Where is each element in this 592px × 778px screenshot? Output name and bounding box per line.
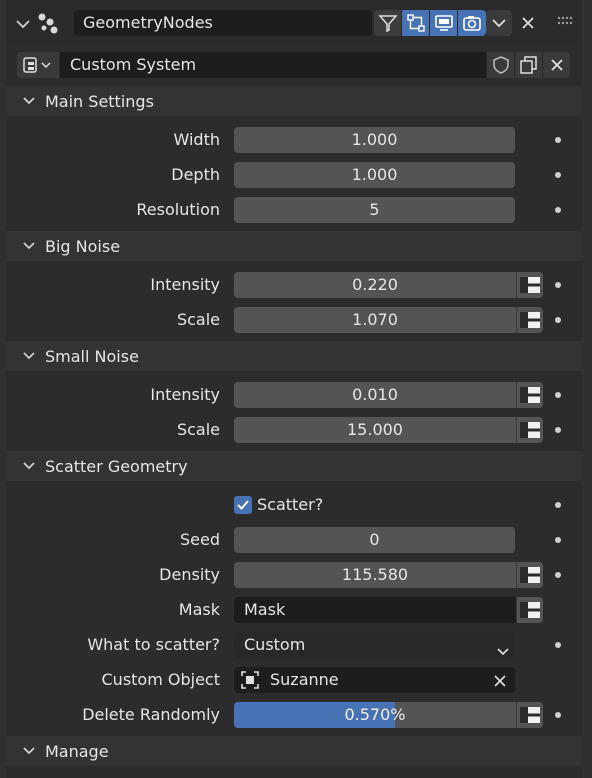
duplicate-icon[interactable] xyxy=(514,52,542,78)
keyframe-dot-icon[interactable] xyxy=(555,712,561,718)
seed-field[interactable]: 0 xyxy=(234,527,515,553)
attribute-toggle-icon[interactable] xyxy=(516,562,543,588)
scatter-checkbox-label[interactable]: Scatter? xyxy=(257,492,323,518)
node-group-name-input[interactable]: Custom System xyxy=(60,52,486,78)
keyframe-dot-icon[interactable] xyxy=(555,392,561,398)
depth-label: Depth xyxy=(171,165,220,184)
mask-label: Mask xyxy=(178,600,220,619)
keyframe-dot-icon[interactable] xyxy=(555,427,561,433)
keyframe-dot-icon[interactable] xyxy=(555,537,561,543)
what-to-scatter-label: What to scatter? xyxy=(87,635,220,654)
keyframe-dot-icon[interactable] xyxy=(555,572,561,578)
collapse-chevron-icon[interactable] xyxy=(14,15,32,33)
density-field[interactable]: 115.580 xyxy=(234,562,516,588)
keyframe-dot-icon[interactable] xyxy=(555,207,561,213)
edit-mode-icon[interactable] xyxy=(402,10,430,36)
keyframe-dot-icon[interactable] xyxy=(555,317,561,323)
attribute-toggle-icon[interactable] xyxy=(516,417,543,443)
fake-user-shield-icon[interactable] xyxy=(486,52,514,78)
chevron-down-icon xyxy=(21,743,37,759)
attribute-toggle-icon[interactable] xyxy=(516,307,543,333)
section-main-settings[interactable]: Main Settings xyxy=(6,86,582,116)
width-label: Width xyxy=(173,130,220,149)
keyframe-dot-icon[interactable] xyxy=(555,642,561,648)
custom-object-field[interactable]: Suzanne xyxy=(234,667,515,693)
section-title: Manage xyxy=(45,741,109,761)
chevron-down-icon xyxy=(21,93,37,109)
section-title: Small Noise xyxy=(45,346,139,366)
depth-field[interactable]: 1.000 xyxy=(234,162,515,188)
close-icon[interactable] xyxy=(518,12,538,34)
resolution-field[interactable]: 5 xyxy=(234,197,515,223)
attribute-toggle-icon[interactable] xyxy=(516,702,543,728)
keyframe-dot-icon[interactable] xyxy=(555,137,561,143)
select-value: Custom xyxy=(244,635,306,654)
render-icon[interactable] xyxy=(458,10,486,36)
delete-randomly-label: Delete Randomly xyxy=(82,705,220,724)
attribute-toggle-icon[interactable] xyxy=(516,597,543,623)
seed-label: Seed xyxy=(180,530,220,549)
node-tree-icon[interactable] xyxy=(374,10,402,36)
attribute-toggle-icon[interactable] xyxy=(516,382,543,408)
node-group-browse-button[interactable] xyxy=(17,52,59,78)
section-small-noise[interactable]: Small Noise xyxy=(6,341,582,371)
section-title: Main Settings xyxy=(45,91,154,111)
viewport-icon[interactable] xyxy=(430,10,458,36)
custom-object-label: Custom Object xyxy=(101,670,221,689)
big-scale-field[interactable]: 1.070 xyxy=(234,307,516,333)
keyframe-dot-icon[interactable] xyxy=(555,282,561,288)
section-title: Scatter Geometry xyxy=(45,456,188,476)
small-intensity-label: Intensity xyxy=(150,385,220,404)
clear-icon[interactable] xyxy=(493,673,507,687)
keyframe-dot-icon[interactable] xyxy=(555,502,561,508)
delete-randomly-slider[interactable]: 0.570% xyxy=(234,702,516,728)
modifier-name-input[interactable]: GeometryNodes xyxy=(74,10,372,36)
what-to-scatter-select[interactable]: Custom xyxy=(234,632,515,658)
chevron-down-icon xyxy=(21,238,37,254)
chevron-down-icon xyxy=(497,639,511,656)
resolution-label: Resolution xyxy=(136,200,220,219)
keyframe-dot-icon[interactable] xyxy=(555,172,561,178)
big-scale-label: Scale xyxy=(176,310,220,329)
drag-handle-icon[interactable] xyxy=(556,14,574,28)
width-field[interactable]: 1.000 xyxy=(234,127,515,153)
density-label: Density xyxy=(159,565,220,584)
big-intensity-field[interactable]: 0.220 xyxy=(234,272,516,298)
section-big-noise[interactable]: Big Noise xyxy=(6,231,582,261)
dropdown-icon[interactable] xyxy=(486,10,512,36)
small-intensity-field[interactable]: 0.010 xyxy=(234,382,516,408)
checkmark-icon xyxy=(237,500,249,510)
big-intensity-label: Intensity xyxy=(150,275,220,294)
chevron-down-icon xyxy=(21,458,37,474)
object-icon xyxy=(240,670,260,690)
slider-value: 0.570% xyxy=(344,705,406,724)
section-scatter-geometry[interactable]: Scatter Geometry xyxy=(6,451,582,481)
chevron-down-icon xyxy=(21,348,37,364)
geometry-nodes-icon xyxy=(36,11,60,35)
attribute-toggle-icon[interactable] xyxy=(516,272,543,298)
small-scale-label: Scale xyxy=(176,420,220,439)
small-scale-field[interactable]: 15.000 xyxy=(234,417,516,443)
section-title: Big Noise xyxy=(45,236,121,256)
scatter-checkbox[interactable] xyxy=(234,496,252,514)
mask-attribute-input[interactable]: Mask xyxy=(234,597,516,623)
section-manage[interactable]: Manage xyxy=(6,736,582,766)
custom-object-value: Suzanne xyxy=(270,670,339,689)
unlink-close-icon[interactable] xyxy=(542,52,570,78)
